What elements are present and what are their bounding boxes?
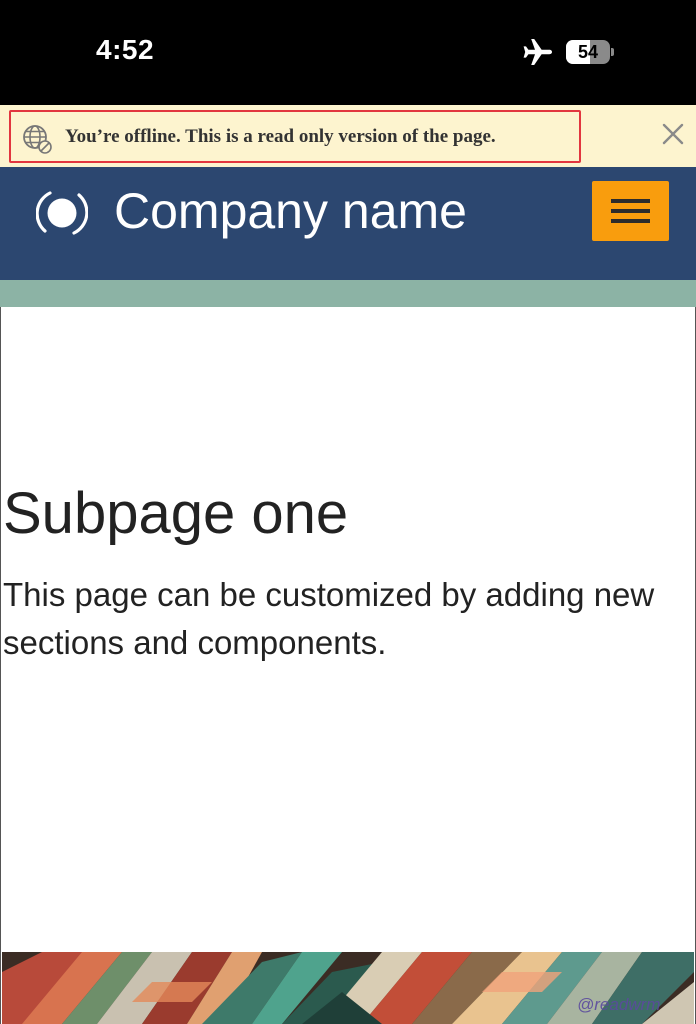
company-name[interactable]: Company name (114, 182, 467, 240)
circle-logo-icon[interactable] (36, 187, 88, 239)
status-bar: 4:52 54 (0, 0, 696, 105)
offline-message: You’re offline. This is a read only vers… (65, 126, 496, 147)
offline-message-box: You’re offline. This is a read only vers… (9, 110, 581, 163)
watermark: @readwrm (577, 995, 661, 1014)
battery-level: 54 (577, 42, 599, 62)
menu-line-middle (611, 209, 650, 213)
airplane-icon (523, 39, 552, 65)
battery-icon: 54 (566, 40, 610, 64)
menu-line-bottom (611, 219, 650, 223)
page-description: This page can be customized by adding ne… (3, 576, 655, 661)
globe-offline-icon (23, 125, 52, 154)
accent-strip (0, 280, 696, 307)
menu-line-top (611, 199, 650, 203)
hamburger-menu-button[interactable] (592, 181, 669, 241)
site-header: Company name (0, 167, 696, 280)
offline-banner: You’re offline. This is a read only vers… (0, 105, 696, 167)
battery-indicator: 54 (566, 40, 614, 64)
page-title: Subpage one (3, 481, 349, 546)
close-icon[interactable] (660, 121, 686, 147)
status-time: 4:52 (96, 34, 155, 65)
battery-tip (611, 48, 614, 56)
